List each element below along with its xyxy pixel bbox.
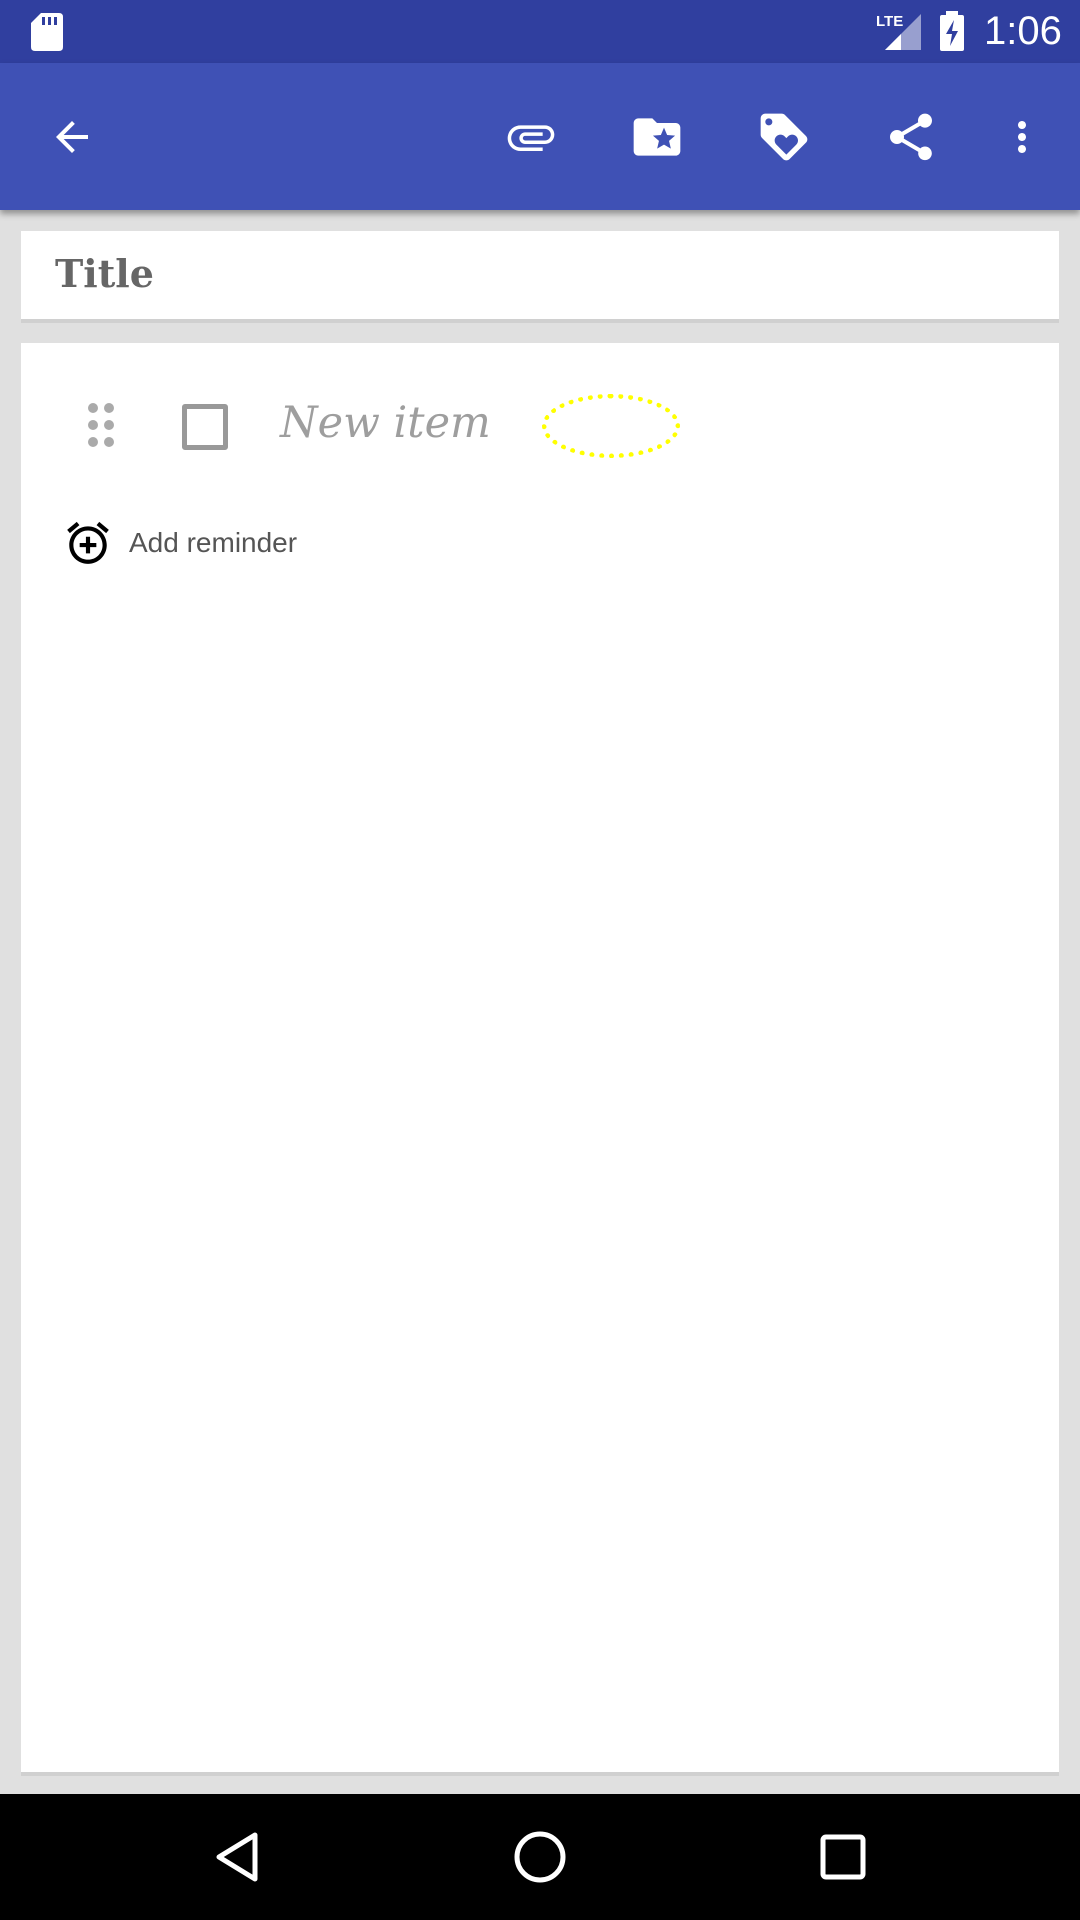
svg-text:LTE: LTE bbox=[876, 13, 903, 30]
note-content-card: New item Add reminder bbox=[21, 343, 1059, 1776]
note-title-card: Title bbox=[21, 231, 1059, 323]
new-item-input[interactable]: New item bbox=[280, 398, 491, 448]
folder-star-icon[interactable] bbox=[607, 63, 707, 210]
back-arrow-icon[interactable] bbox=[22, 63, 122, 210]
lte-signal-icon: LTE bbox=[873, 10, 923, 57]
highlight-annotation bbox=[542, 394, 680, 458]
sd-card-icon bbox=[31, 13, 63, 56]
more-vert-icon[interactable] bbox=[972, 63, 1072, 210]
add-reminder-button[interactable]: Add reminder bbox=[63, 513, 297, 573]
tag-heart-icon[interactable] bbox=[734, 63, 834, 210]
system-nav-bar bbox=[0, 1794, 1080, 1920]
note-title-input[interactable]: Title bbox=[55, 251, 154, 296]
toolbar bbox=[0, 63, 1080, 210]
add-reminder-label: Add reminder bbox=[129, 527, 298, 558]
back-triangle-icon[interactable] bbox=[178, 1794, 298, 1920]
home-circle-icon[interactable] bbox=[480, 1794, 600, 1920]
attachment-icon[interactable] bbox=[481, 63, 581, 210]
status-bar: LTE 1:06 bbox=[0, 0, 1080, 63]
status-time: 1:06 bbox=[984, 9, 1062, 53]
battery-charging-icon bbox=[938, 11, 966, 56]
recents-square-icon[interactable] bbox=[783, 1794, 903, 1920]
item-checkbox[interactable] bbox=[182, 404, 228, 450]
alarm-add-icon bbox=[67, 521, 109, 564]
share-icon[interactable] bbox=[861, 63, 961, 210]
drag-handle-icon[interactable] bbox=[86, 401, 116, 454]
